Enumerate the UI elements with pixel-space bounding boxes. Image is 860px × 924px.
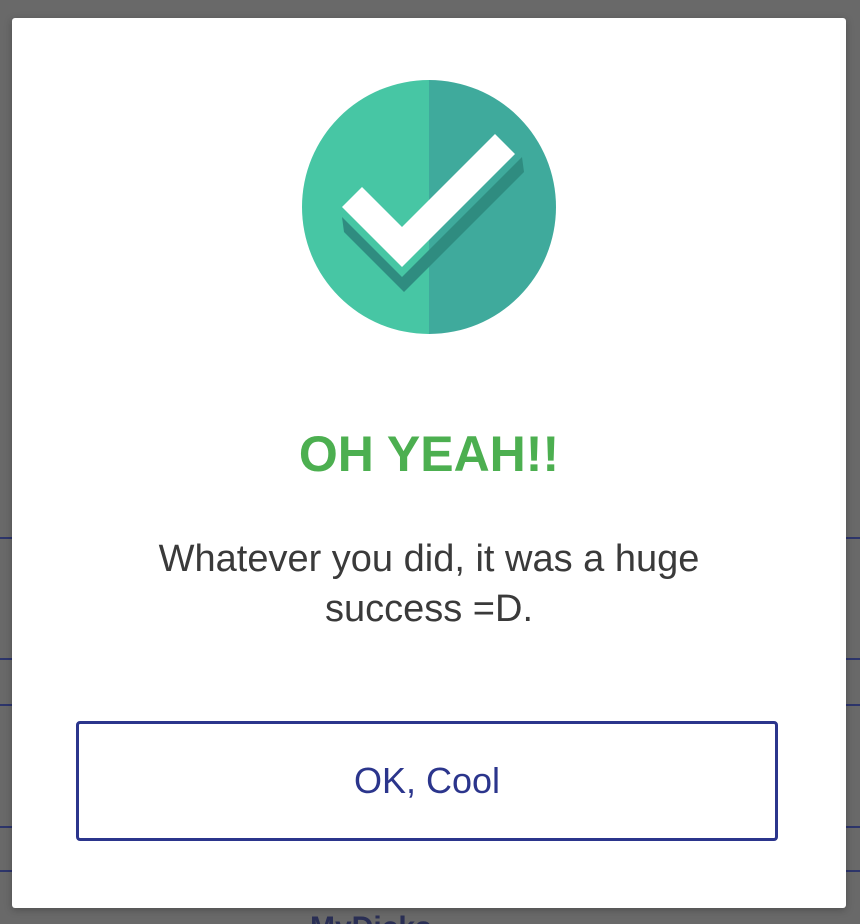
background-partial-text: MyDicks (310, 908, 432, 924)
dialog-title: OH YEAH!! (298, 426, 560, 482)
dialog-message: Whatever you did, it was a huge success … (158, 538, 700, 630)
success-dialog: OH YEAH!! Whatever you did, it was a hug… (12, 18, 846, 908)
ok-cool-button[interactable]: OK, Cool (76, 721, 778, 841)
check-circle-icon (302, 80, 556, 334)
